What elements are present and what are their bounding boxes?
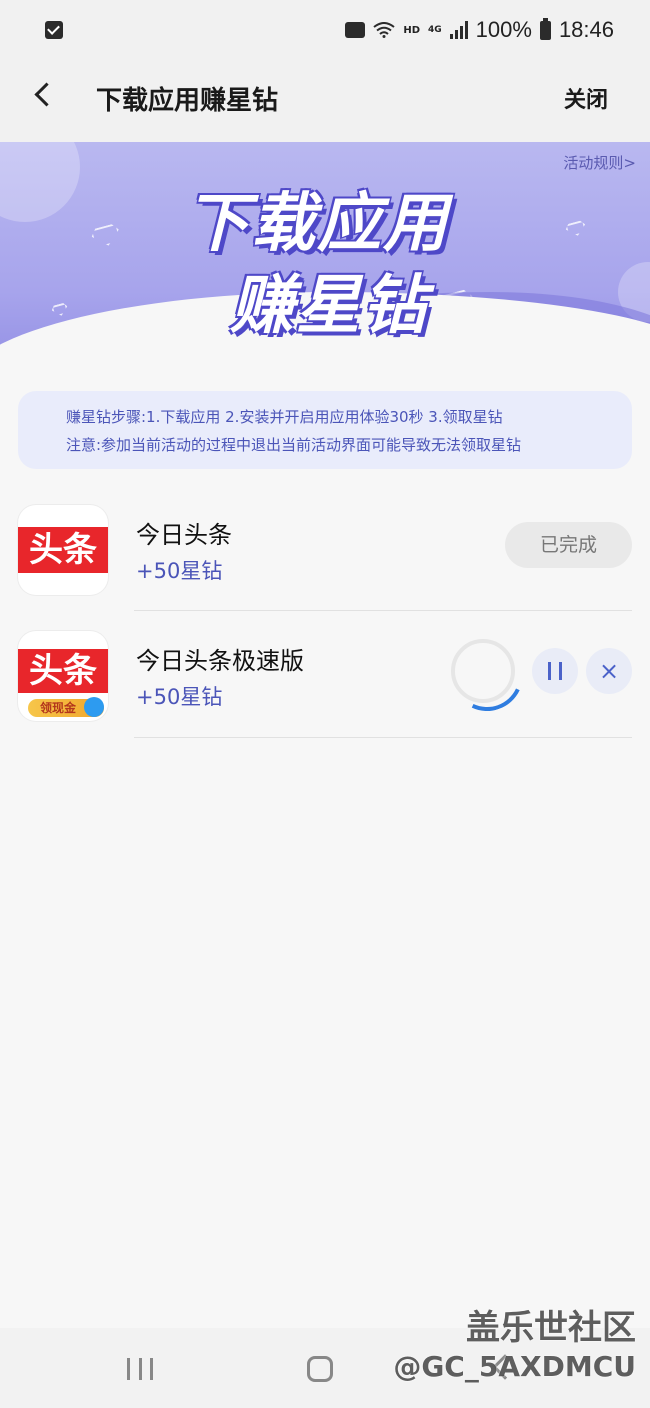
app-header: 下载应用赚星钻 关闭 [0,60,650,142]
list-item: 头条 今日头条 +50星钻 已完成 [0,485,650,612]
notice-line: 注意:参加当前活动的过程中退出当前活动界面可能导致无法领取星钻 [66,436,522,454]
completed-button[interactable]: 已完成 [505,522,632,568]
steps-line: 赚星钻步骤:1.下载应用 2.安装并开启用应用体验30秒 3.领取星钻 [66,408,503,426]
page-title: 下载应用赚星钻 [96,86,279,116]
promo-banner: 下载应用 赚星钻 活动规则> [0,142,650,392]
activity-rules-link[interactable]: 活动规则> [563,152,636,173]
download-progress-spinner [451,639,515,703]
clock: 18:46 [558,17,614,42]
toutiao-logo: 头条 [18,527,108,573]
close-button[interactable]: 关闭 [564,82,608,114]
app-name: 今日头条极速版 [136,647,304,675]
chevron-left-icon [34,82,59,107]
close-icon: × [598,657,620,685]
banner-title-line1: 下载应用 [185,187,449,261]
divider [134,737,632,738]
app-icon-toutiao-lite: 头条 领现金 [18,631,108,721]
back-button[interactable] [22,74,66,118]
home-button[interactable] [307,1356,333,1382]
pause-icon [548,662,562,680]
app-name: 今日头条 [136,521,232,549]
cash-badge: 领现金 [28,697,104,717]
network-type-label: 4G [428,24,442,35]
status-icons: HD 4G 100% 18:46 [345,16,614,44]
banner-title-line2: 赚星钻 [230,269,428,343]
battery-percent: 100% [475,17,532,42]
checkbox-icon [45,21,63,39]
app-icon-toutiao: 头条 [18,505,108,595]
app-reward: +50星钻 [136,685,223,709]
wifi-icon [373,22,395,38]
watermark-line1: 盖乐世社区 [466,1308,636,1348]
message-icon [345,22,366,38]
app-reward: +50星钻 [136,559,223,583]
cancel-download-button[interactable]: × [586,648,632,694]
pause-button[interactable] [532,648,578,694]
steps-note: 赚星钻步骤:1.下载应用 2.安装并开启用应用体验30秒 3.领取星钻 注意:参… [18,391,632,469]
toutiao-logo: 头条 [18,649,108,693]
list-item: 头条 领现金 今日头条极速版 +50星钻 × [0,611,650,738]
signal-icon [449,21,468,39]
recents-button[interactable] [127,1358,153,1380]
battery-icon [539,17,551,40]
status-bar: HD 4G 100% 18:46 [0,0,650,60]
watermark-line2: @GC_5AXDMCU [393,1350,636,1383]
hd-label: HD [403,24,420,36]
